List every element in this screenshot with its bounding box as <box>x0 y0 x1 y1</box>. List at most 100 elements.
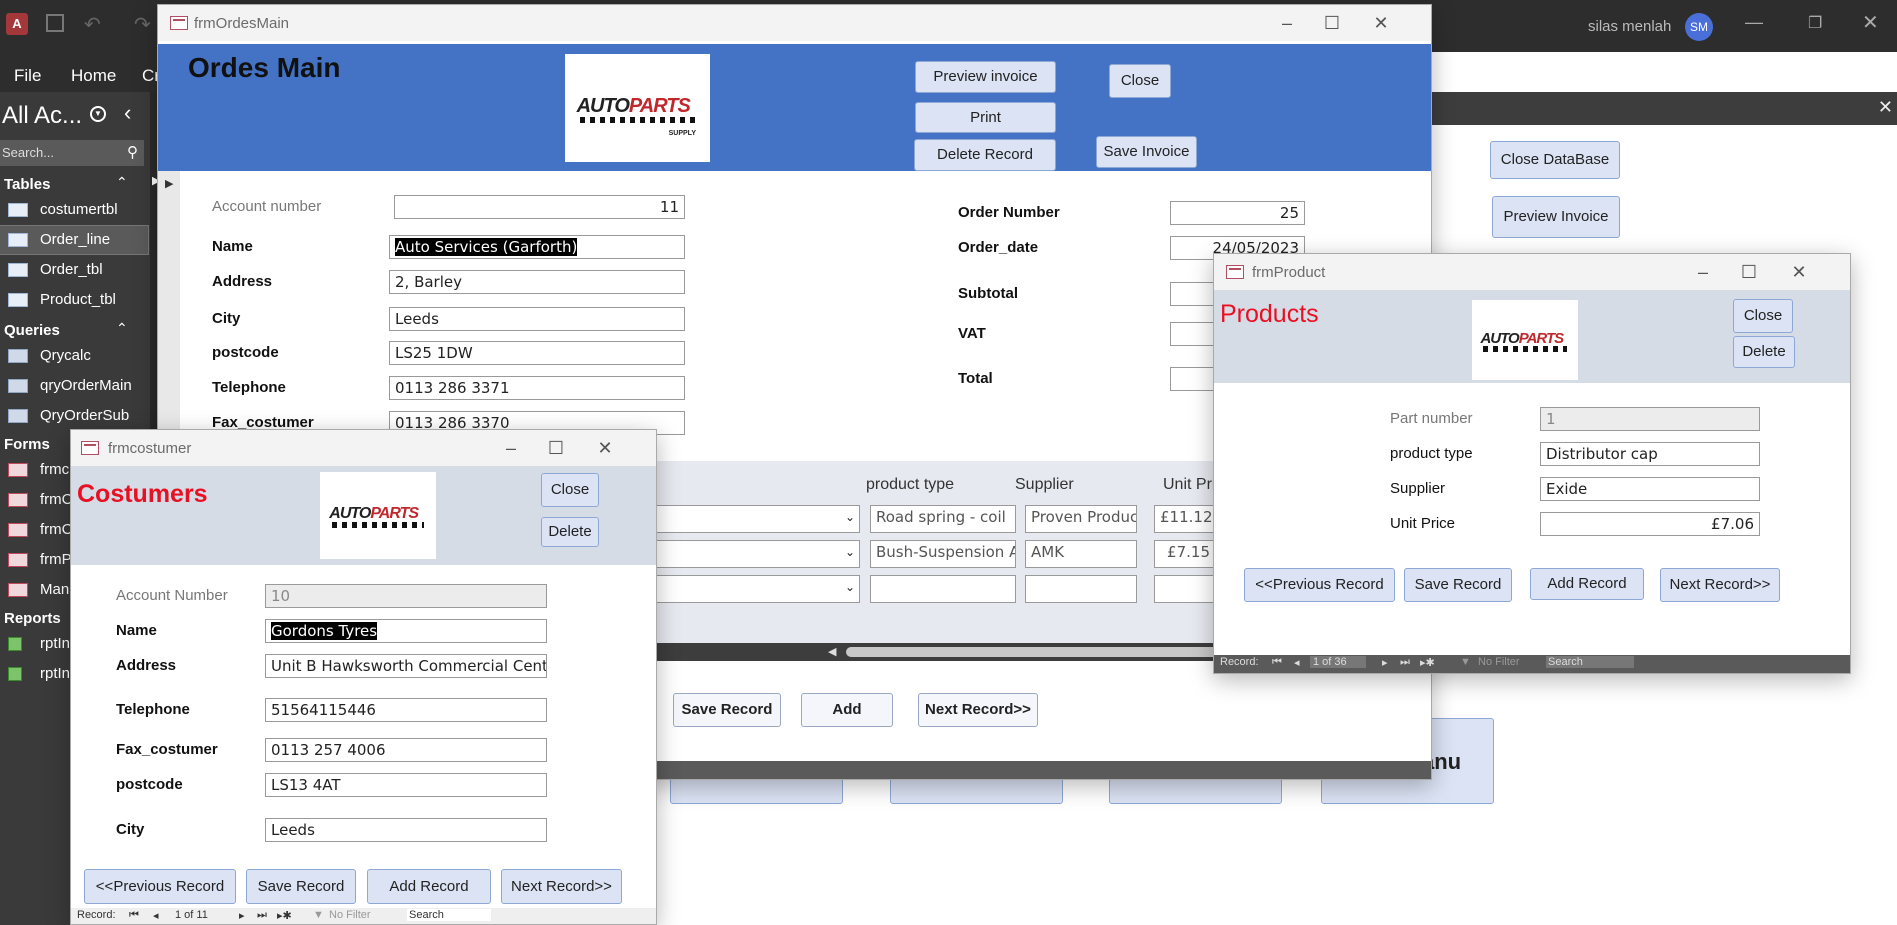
save-invoice-button[interactable]: Save Invoice <box>1096 136 1197 168</box>
product-combo[interactable]: ⌄ <box>650 575 860 603</box>
nav-item-query[interactable]: Qrycalc <box>0 342 148 370</box>
app-minimize-icon[interactable]: — <box>1745 12 1763 33</box>
minimize-icon[interactable]: – <box>1692 262 1714 283</box>
nav-group-forms[interactable]: Forms <box>0 436 50 453</box>
save-record-button[interactable]: Save Record <box>673 693 781 727</box>
add-record-button[interactable]: Add Record <box>367 869 491 904</box>
product-combo[interactable]: ⌄ <box>650 540 860 568</box>
app-restore-icon[interactable]: ❐ <box>1808 13 1822 33</box>
chevron-down-icon[interactable]: ⌄ <box>845 545 855 559</box>
next-record-button[interactable]: Next Record>> <box>501 869 622 904</box>
chevron-down-icon[interactable]: ⌄ <box>845 510 855 524</box>
last-record-icon[interactable]: ⏭ <box>1400 656 1410 669</box>
city-field[interactable]: Leeds <box>389 307 685 331</box>
filter-status[interactable]: No Filter <box>329 909 371 921</box>
record-position[interactable]: 1 of 11 <box>175 909 208 921</box>
save-record-button[interactable]: Save Record <box>1404 568 1512 602</box>
product-type-field[interactable]: Distributor cap <box>1540 442 1760 466</box>
nav-group-queries[interactable]: Queries <box>0 322 60 339</box>
nav-header[interactable]: All Ac... <box>2 102 82 130</box>
maximize-icon[interactable]: ☐ <box>545 438 567 459</box>
orders-main-titlebar[interactable]: frmOrdesMain – ☐ ✕ <box>158 5 1431 41</box>
name-field[interactable]: Auto Services (Garforth) <box>389 235 685 259</box>
last-record-icon[interactable]: ⏭ <box>257 909 267 922</box>
search-box[interactable]: Search <box>1546 656 1634 668</box>
customer-close-button[interactable]: Close <box>541 473 599 507</box>
scroll-left-icon[interactable]: ◀ <box>828 645 836 658</box>
next-record-button[interactable]: Next Record>> <box>918 693 1038 727</box>
row-supplier[interactable]: AMK <box>1025 540 1137 568</box>
filter-status[interactable]: No Filter <box>1478 656 1520 668</box>
nav-dropdown-icon[interactable]: ▼ <box>90 106 106 122</box>
minimize-icon[interactable]: – <box>1276 13 1298 34</box>
redo-icon[interactable]: ↷ <box>134 12 151 37</box>
customer-delete-button[interactable]: Delete <box>541 517 599 547</box>
nav-collapse-icon[interactable]: ‹ <box>124 100 131 126</box>
postcode-field[interactable]: LS25 1DW <box>389 341 685 365</box>
telephone-field[interactable]: 0113 286 3371 <box>389 376 685 400</box>
previous-record-button[interactable]: <<Previous Record <box>1244 568 1395 602</box>
save-icon[interactable] <box>46 14 64 32</box>
close-database-button[interactable]: Close DataBase <box>1490 141 1620 179</box>
address-field[interactable]: Unit B Hawksworth Commercial Centr <box>265 654 547 678</box>
product-titlebar[interactable]: frmProduct – ☐ ✕ <box>1214 254 1850 290</box>
new-record-icon[interactable]: ▸✱ <box>277 909 292 922</box>
first-record-icon[interactable]: ⏮ <box>1272 656 1282 669</box>
part-number-field[interactable]: 1 <box>1540 407 1760 431</box>
nav-item-table[interactable]: Product_tbl <box>0 286 148 314</box>
chevron-up-icon[interactable]: ⌃ <box>116 320 128 337</box>
row-product-type[interactable]: Bush-Suspension Ar <box>870 540 1016 568</box>
bg-preview-invoice-button[interactable]: Preview Invoice <box>1492 196 1620 238</box>
delete-record-button[interactable]: Delete Record <box>914 139 1056 171</box>
print-button[interactable]: Print <box>915 102 1056 133</box>
save-record-button[interactable]: Save Record <box>246 869 356 904</box>
prev-record-icon[interactable]: ◂ <box>153 909 159 922</box>
row-unit-price[interactable]: £11.12 <box>1154 505 1216 533</box>
nav-item-table[interactable]: costumertbl <box>0 196 148 224</box>
fax-field[interactable]: 0113 257 4006 <box>265 738 547 762</box>
row-unit-price[interactable] <box>1154 575 1216 603</box>
telephone-field[interactable]: 51564115446 <box>265 698 547 722</box>
filter-icon[interactable]: ▼ <box>313 909 324 921</box>
supplier-field[interactable]: Exide <box>1540 477 1760 501</box>
nav-item-table[interactable]: Order_tbl <box>0 256 148 284</box>
new-record-icon[interactable]: ▸✱ <box>1420 656 1435 669</box>
add-record-button[interactable]: Add Record <box>1530 568 1644 600</box>
undo-icon[interactable]: ↶ <box>84 12 101 37</box>
unit-price-field[interactable]: £7.06 <box>1540 512 1760 536</box>
add-button[interactable]: Add <box>801 693 893 727</box>
minimize-icon[interactable]: – <box>500 438 522 459</box>
next-record-button[interactable]: Next Record>> <box>1660 568 1780 602</box>
ribbon-tab-file[interactable]: File <box>14 66 41 86</box>
order-number-field[interactable]: 25 <box>1170 201 1305 225</box>
nav-item-query[interactable]: QryOrderSub <box>0 402 148 430</box>
search-box[interactable]: Search <box>407 909 491 921</box>
nav-search-input[interactable]: Search... ⚲ <box>0 140 144 166</box>
record-position[interactable]: 1 of 36 <box>1310 656 1366 668</box>
product-delete-button[interactable]: Delete <box>1733 336 1795 368</box>
workspace-close-icon[interactable]: ✕ <box>1878 97 1893 118</box>
close-icon[interactable]: ✕ <box>594 438 616 459</box>
address-field[interactable]: 2, Barley <box>389 270 685 294</box>
close-button[interactable]: Close <box>1109 64 1171 98</box>
nav-group-tables[interactable]: Tables <box>0 176 50 193</box>
city-field[interactable]: Leeds <box>265 818 547 842</box>
account-number-field[interactable]: 10 <box>265 584 547 608</box>
row-supplier[interactable] <box>1025 575 1137 603</box>
next-record-icon[interactable]: ▸ <box>1382 656 1388 669</box>
postcode-field[interactable]: LS13 4AT <box>265 773 547 797</box>
chevron-down-icon[interactable]: ⌄ <box>845 580 855 594</box>
product-combo[interactable]: ⌄ <box>650 505 860 533</box>
app-close-icon[interactable]: ✕ <box>1862 10 1879 35</box>
account-number-field[interactable]: 11 <box>394 195 685 219</box>
nav-item-table-selected[interactable]: Order_line <box>0 225 149 255</box>
user-avatar[interactable]: SM <box>1685 13 1713 41</box>
product-close-button[interactable]: Close <box>1733 299 1793 333</box>
customer-titlebar[interactable]: frmcostumer – ☐ ✕ <box>71 430 656 466</box>
row-unit-price[interactable]: £7.15 <box>1154 540 1216 568</box>
row-supplier[interactable]: Proven Produc <box>1025 505 1137 533</box>
row-product-type[interactable]: Road spring - coil <box>870 505 1016 533</box>
previous-record-button[interactable]: <<Previous Record <box>84 869 236 904</box>
nav-item-query[interactable]: qryOrderMain <box>0 372 148 400</box>
filter-icon[interactable]: ▼ <box>1460 656 1471 668</box>
